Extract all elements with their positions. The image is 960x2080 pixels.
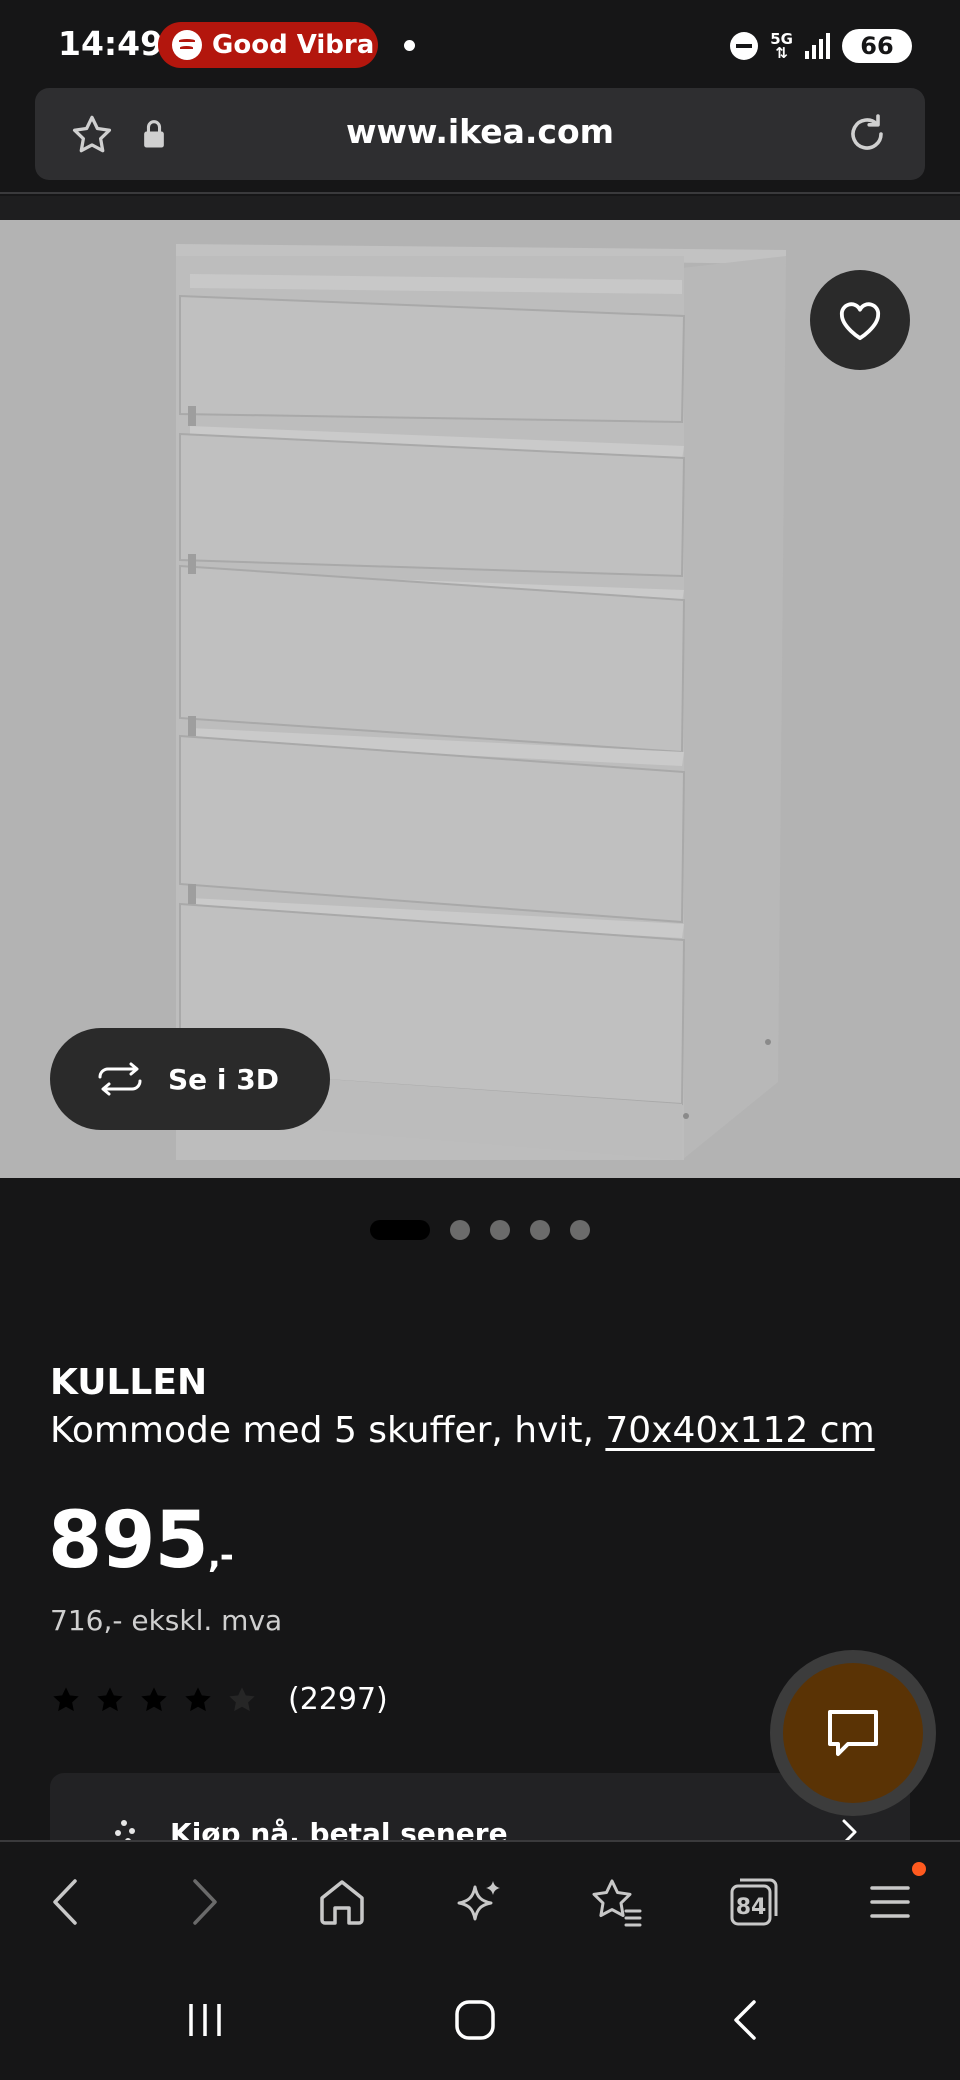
product-image-carousel[interactable]: Se i 3D	[0, 220, 960, 1178]
battery-level: 66	[860, 32, 894, 60]
reload-icon[interactable]	[843, 110, 891, 158]
carousel-pagination	[0, 1218, 960, 1240]
ai-assistant-button[interactable]	[448, 1870, 512, 1934]
menu-button[interactable]	[858, 1870, 922, 1934]
bookmarks-icon	[592, 1879, 642, 1927]
notification-dot	[404, 40, 415, 51]
product-dimensions-link[interactable]: 70x40x112 cm	[605, 1410, 874, 1451]
status-icons: 5G ⇅ 66	[730, 24, 912, 68]
carousel-dot[interactable]	[530, 1220, 550, 1240]
tabs-button[interactable]: 84	[722, 1870, 786, 1934]
system-navigation-bar	[0, 1960, 960, 2080]
network-type-label: 5G	[770, 30, 793, 48]
product-rating[interactable]: (2297)	[50, 1682, 388, 1717]
back-nav-button[interactable]	[710, 1990, 780, 2050]
home-nav-icon	[455, 2000, 495, 2040]
star-filled-icon	[185, 1686, 211, 1711]
browser-toolbar: 84	[0, 1840, 960, 1960]
url-text[interactable]: www.ikea.com	[35, 112, 925, 151]
bookmarks-button[interactable]	[584, 1870, 648, 1934]
view-in-3d-label: Se i 3D	[168, 1062, 279, 1096]
status-time: 14:49	[58, 24, 164, 63]
sparkle-icon	[457, 1881, 500, 1921]
star-filled-icon	[141, 1686, 167, 1711]
recents-button[interactable]	[170, 1990, 240, 2050]
recents-icon	[189, 2004, 221, 2036]
status-bar: 14:49 Good Vibra 5G ⇅ 66	[0, 0, 960, 88]
product-description: Kommode med 5 skuffer, hvit, 70x40x112 c…	[50, 1410, 875, 1451]
tab-count: 84	[735, 1894, 767, 1920]
view-in-3d-button[interactable]: Se i 3D	[50, 1028, 330, 1130]
price-ex-vat: 716,- ekskl. mva	[50, 1604, 283, 1637]
page-top-strip	[0, 196, 960, 220]
back-button[interactable]	[34, 1870, 98, 1934]
price-suffix: ,-	[207, 1536, 234, 1576]
star-filled-icon	[97, 1686, 123, 1711]
do-not-disturb-icon	[730, 32, 759, 60]
chat-button[interactable]	[770, 1650, 936, 1816]
network-type-icon: 5G ⇅	[770, 30, 793, 62]
carousel-dot[interactable]	[490, 1220, 510, 1240]
battery-indicator: 66	[842, 29, 912, 63]
product-price: 895,-	[48, 1496, 234, 1586]
chat-icon	[828, 1710, 878, 1756]
product-name: KULLEN	[50, 1362, 208, 1403]
menu-notification-dot	[912, 1862, 926, 1876]
forward-button[interactable]	[172, 1870, 236, 1934]
product-description-text: Kommode med 5 skuffer, hvit,	[50, 1410, 594, 1451]
carousel-dot[interactable]	[450, 1220, 470, 1240]
rating-stars	[50, 1684, 258, 1716]
signal-icon	[805, 33, 830, 59]
rotate-3d-icon	[98, 1062, 142, 1096]
price-value: 895	[48, 1496, 209, 1586]
address-bar[interactable]: www.ikea.com	[35, 88, 925, 180]
carousel-dot[interactable]	[570, 1220, 590, 1240]
browser-address-area: www.ikea.com	[0, 88, 960, 194]
home-icon	[320, 1880, 364, 1925]
home-nav-button[interactable]	[440, 1990, 510, 2050]
forward-icon	[193, 1879, 217, 1925]
media-playing-pill[interactable]: Good Vibra	[158, 22, 378, 68]
rating-count: (2297)	[288, 1682, 388, 1717]
carousel-dot[interactable]	[370, 1220, 430, 1240]
media-title: Good Vibra	[212, 30, 375, 60]
back-icon	[53, 1879, 77, 1925]
menu-icon	[870, 1886, 910, 1918]
spotify-icon	[172, 30, 202, 60]
back-nav-icon	[734, 2000, 756, 2040]
star-filled-icon	[53, 1686, 79, 1711]
chat-button-inner	[783, 1663, 923, 1803]
add-to-favourites-button[interactable]	[810, 270, 910, 370]
heart-icon	[839, 302, 881, 341]
star-empty-icon	[229, 1686, 255, 1711]
home-button[interactable]	[310, 1870, 374, 1934]
